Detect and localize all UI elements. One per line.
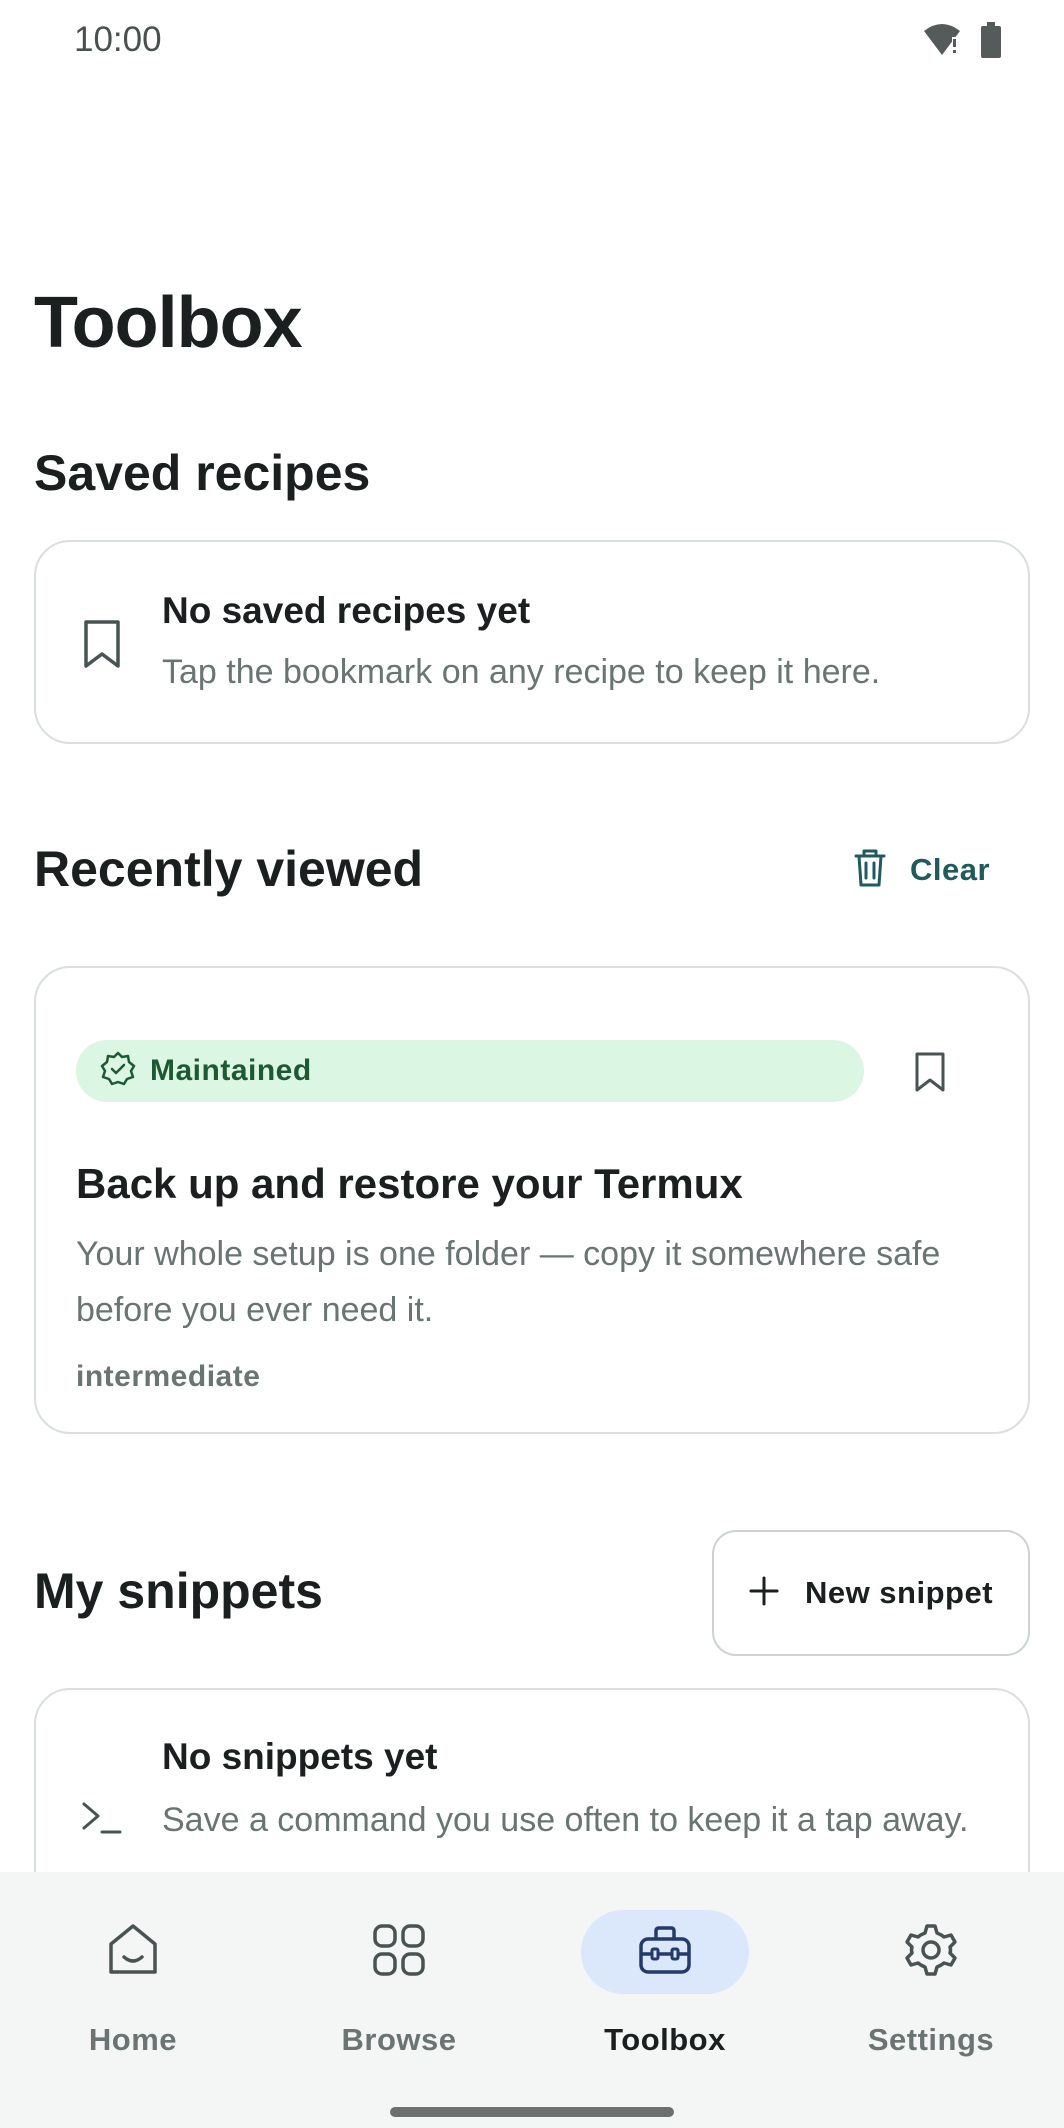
verified-icon	[100, 1051, 136, 1092]
plus-icon	[749, 1576, 779, 1611]
nav-pill-settings	[847, 1910, 1015, 1994]
maintained-badge: Maintained	[76, 1040, 864, 1102]
recipe-title: Back up and restore your Termux	[76, 1160, 743, 1207]
nav-label-settings: Settings	[867, 2022, 995, 2057]
nav-label-home: Home	[88, 2022, 178, 2057]
clear-label: Clear	[910, 852, 991, 887]
my-snippets-heading: My snippets	[34, 1563, 323, 1619]
recipe-level: intermediate	[76, 1360, 261, 1393]
gear-icon	[903, 1922, 959, 1983]
nav-item-home[interactable]: Home	[0, 1872, 266, 2072]
bookmark-button[interactable]	[902, 1046, 958, 1102]
bookmark-icon	[80, 618, 124, 675]
saved-recipes-heading: Saved recipes	[34, 445, 371, 501]
page-title: Toolbox	[34, 283, 303, 363]
toolbox-icon	[638, 1925, 692, 1980]
status-bar: 10:00	[0, 0, 1064, 84]
new-snippet-button[interactable]: New snippet	[712, 1530, 1030, 1656]
nav-pill-toolbox	[581, 1910, 749, 1994]
home-indicator[interactable]	[390, 2107, 674, 2117]
bottom-navigation: Home Browse Toolbox Settings	[0, 1872, 1064, 2128]
saved-recipes-empty-subtitle: Tap the bookmark on any recipe to keep i…	[162, 653, 881, 691]
status-icons	[922, 22, 1002, 63]
nav-item-browse[interactable]: Browse	[266, 1872, 532, 2072]
trash-icon	[852, 847, 888, 894]
recently-viewed-heading: Recently viewed	[34, 841, 424, 897]
snippets-empty-subtitle: Save a command you use often to keep it …	[162, 1801, 969, 1839]
snippets-empty-card: No snippets yet Save a command you use o…	[34, 1688, 1030, 1872]
nav-label-toolbox: Toolbox	[604, 2022, 726, 2057]
nav-item-settings[interactable]: Settings	[798, 1872, 1064, 2072]
status-time: 10:00	[74, 20, 162, 59]
terminal-icon	[80, 1800, 122, 1841]
bookmark-icon	[912, 1051, 948, 1098]
home-icon	[105, 1922, 161, 1983]
nav-label-browse: Browse	[341, 2022, 457, 2057]
snippets-empty-title: No snippets yet	[162, 1736, 438, 1777]
scroll-content[interactable]: 10:00 Toolbox Saved recipes No saved rec…	[0, 0, 1064, 1872]
nav-pill-browse	[315, 1910, 483, 1994]
saved-recipes-empty-card: No saved recipes yet Tap the bookmark on…	[34, 540, 1030, 744]
nav-pill-home	[49, 1910, 217, 1994]
nav-item-toolbox[interactable]: Toolbox	[532, 1872, 798, 2072]
battery-icon	[980, 22, 1002, 63]
wifi-icon	[922, 23, 962, 62]
grid-icon	[372, 1923, 426, 1982]
badge-label: Maintained	[150, 1054, 312, 1087]
recipe-description: Your whole setup is one folder — copy it…	[76, 1235, 941, 1329]
clear-history-button[interactable]: Clear	[852, 842, 990, 898]
saved-recipes-empty-title: No saved recipes yet	[162, 590, 531, 631]
recipe-card[interactable]: Maintained Back up and restore your Term…	[34, 966, 1030, 1434]
new-snippet-label: New snippet	[804, 1575, 994, 1610]
